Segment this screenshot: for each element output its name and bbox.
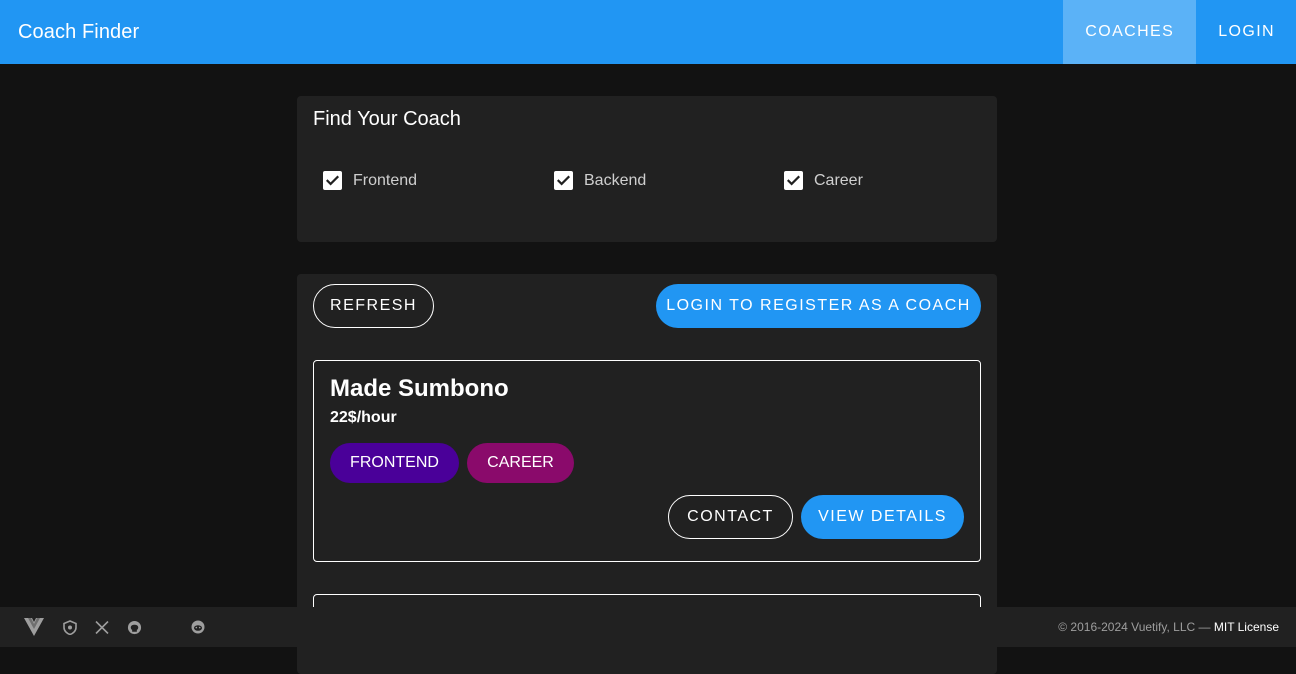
- refresh-button[interactable]: Refresh: [313, 284, 434, 328]
- area-chip-career: Career: [467, 443, 574, 483]
- coach-name: Made Sumbono: [330, 375, 509, 402]
- checkbox-checked-icon[interactable]: [554, 171, 573, 190]
- app-bar: Coach Finder Coaches Login: [0, 0, 1296, 64]
- filter-checkbox-career[interactable]: Career: [784, 171, 863, 190]
- copyright-text: © 2016-2024 Vuetify, LLC — MIT License: [1058, 607, 1279, 647]
- coach-rate: 22$/hour: [330, 409, 397, 426]
- filter-label-backend: Backend: [584, 171, 647, 189]
- filter-label-frontend: Frontend: [353, 171, 418, 189]
- area-chip-frontend: Frontend: [330, 443, 459, 483]
- checkbox-checked-icon[interactable]: [784, 171, 803, 190]
- top-nav: Coaches Login: [1063, 0, 1296, 64]
- vuetify-logo-icon[interactable]: [24, 607, 44, 647]
- shield-icon[interactable]: [63, 607, 77, 647]
- filter-checkbox-backend[interactable]: Backend: [554, 171, 646, 190]
- filter-checkbox-frontend[interactable]: Frontend: [323, 171, 417, 190]
- contact-button[interactable]: Contact: [668, 495, 793, 539]
- checkbox-checked-icon[interactable]: [323, 171, 342, 190]
- coach-card: Made Sumbono 22$/hour Frontend Career Co…: [313, 360, 981, 562]
- footer: © 2016-2024 Vuetify, LLC — MIT License: [0, 607, 1296, 647]
- filter-label-career: Career: [814, 171, 863, 189]
- nav-login-button[interactable]: Login: [1196, 0, 1296, 64]
- view-details-button[interactable]: View Details: [801, 495, 964, 539]
- nav-coaches-button[interactable]: Coaches: [1063, 0, 1197, 64]
- x-twitter-icon[interactable]: [95, 607, 109, 647]
- github-icon[interactable]: [127, 607, 142, 647]
- mit-license-link[interactable]: MIT License: [1214, 620, 1279, 634]
- copyright-label: © 2016-2024 Vuetify, LLC —: [1058, 620, 1211, 634]
- filter-title: Find Your Coach: [313, 108, 461, 130]
- register-coach-button[interactable]: Login to Register as a Coach: [656, 284, 981, 328]
- reddit-icon[interactable]: [191, 607, 205, 647]
- app-title: Coach Finder: [18, 21, 140, 43]
